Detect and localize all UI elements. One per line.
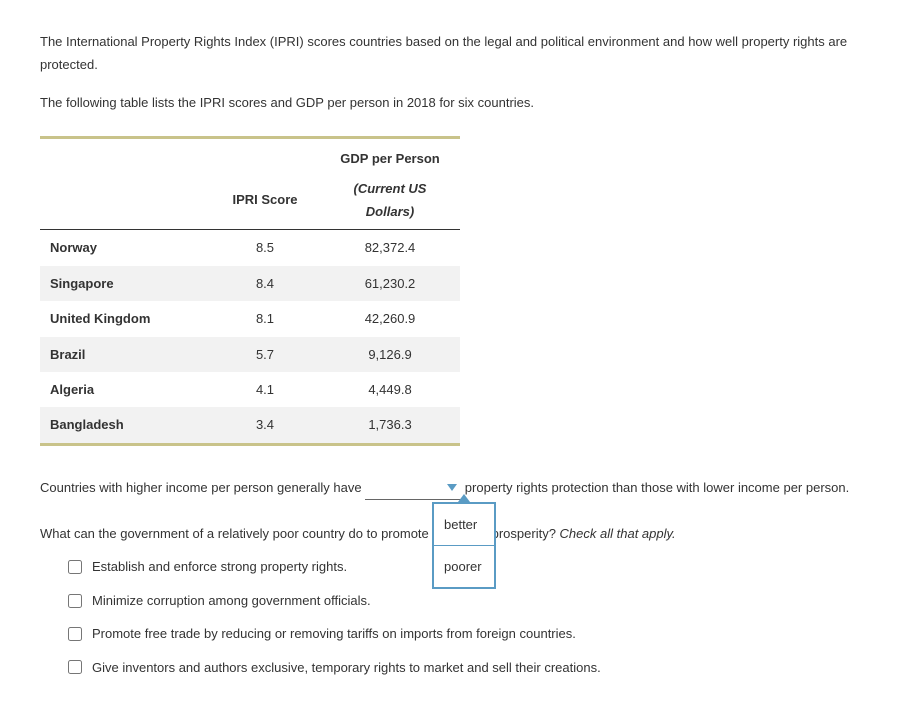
- list-item: Promote free trade by reducing or removi…: [68, 622, 862, 645]
- list-item: Minimize corruption among government off…: [68, 589, 862, 612]
- country-cell: United Kingdom: [40, 301, 210, 336]
- checkbox-option-3[interactable]: [68, 627, 82, 641]
- chevron-up-icon: [458, 494, 470, 502]
- list-item: Give inventors and authors exclusive, te…: [68, 656, 862, 679]
- score-cell: 3.4: [210, 407, 320, 444]
- gdp-cell: 1,736.3: [320, 407, 460, 444]
- checkbox-option-1[interactable]: [68, 560, 82, 574]
- country-cell: Singapore: [40, 266, 210, 301]
- table-row: Algeria 4.1 4,449.8: [40, 372, 460, 407]
- table-row: Singapore 8.4 61,230.2: [40, 266, 460, 301]
- gdp-cell: 42,260.9: [320, 301, 460, 336]
- checkbox-label: Give inventors and authors exclusive, te…: [92, 656, 601, 679]
- checkbox-label: Establish and enforce strong property ri…: [92, 555, 347, 578]
- dropdown-option-better[interactable]: better: [434, 504, 494, 545]
- table-row: Brazil 5.7 9,126.9: [40, 337, 460, 372]
- q2-hint: Check all that apply.: [560, 526, 676, 541]
- q1-text-post: property rights protection than those wi…: [461, 480, 849, 495]
- intro-paragraph-2: The following table lists the IPRI score…: [40, 91, 862, 114]
- dropdown-blank[interactable]: [365, 476, 461, 500]
- ipri-header: IPRI Score: [210, 175, 320, 230]
- question-1: Countries with higher income per person …: [40, 476, 862, 500]
- ipri-table: GDP per Person IPRI Score (Current US Do…: [40, 136, 460, 446]
- country-cell: Norway: [40, 230, 210, 266]
- gdp-cell: 4,449.8: [320, 372, 460, 407]
- gdp-header-line1: GDP per Person: [320, 138, 460, 175]
- score-cell: 8.5: [210, 230, 320, 266]
- checkbox-option-4[interactable]: [68, 660, 82, 674]
- intro-paragraph-1: The International Property Rights Index …: [40, 30, 862, 77]
- country-cell: Algeria: [40, 372, 210, 407]
- score-cell: 4.1: [210, 372, 320, 407]
- q1-text-pre: Countries with higher income per person …: [40, 480, 365, 495]
- chevron-down-icon: [447, 484, 457, 492]
- country-cell: Brazil: [40, 337, 210, 372]
- gdp-header-line2: (Current US Dollars): [320, 175, 460, 230]
- table-row: Norway 8.5 82,372.4: [40, 230, 460, 266]
- table-row: United Kingdom 8.1 42,260.9: [40, 301, 460, 336]
- intro-text: The International Property Rights Index …: [40, 30, 862, 114]
- score-cell: 5.7: [210, 337, 320, 372]
- gdp-cell: 61,230.2: [320, 266, 460, 301]
- table-row: Bangladesh 3.4 1,736.3: [40, 407, 460, 444]
- dropdown-option-poorer[interactable]: poorer: [434, 545, 494, 587]
- ipri-table-container: GDP per Person IPRI Score (Current US Do…: [40, 136, 862, 446]
- country-cell: Bangladesh: [40, 407, 210, 444]
- score-cell: 8.4: [210, 266, 320, 301]
- checkbox-option-2[interactable]: [68, 594, 82, 608]
- checkbox-label: Promote free trade by reducing or removi…: [92, 622, 576, 645]
- gdp-cell: 9,126.9: [320, 337, 460, 372]
- gdp-cell: 82,372.4: [320, 230, 460, 266]
- checkbox-label: Minimize corruption among government off…: [92, 589, 371, 612]
- dropdown-popup: better poorer: [432, 502, 496, 590]
- score-cell: 8.1: [210, 301, 320, 336]
